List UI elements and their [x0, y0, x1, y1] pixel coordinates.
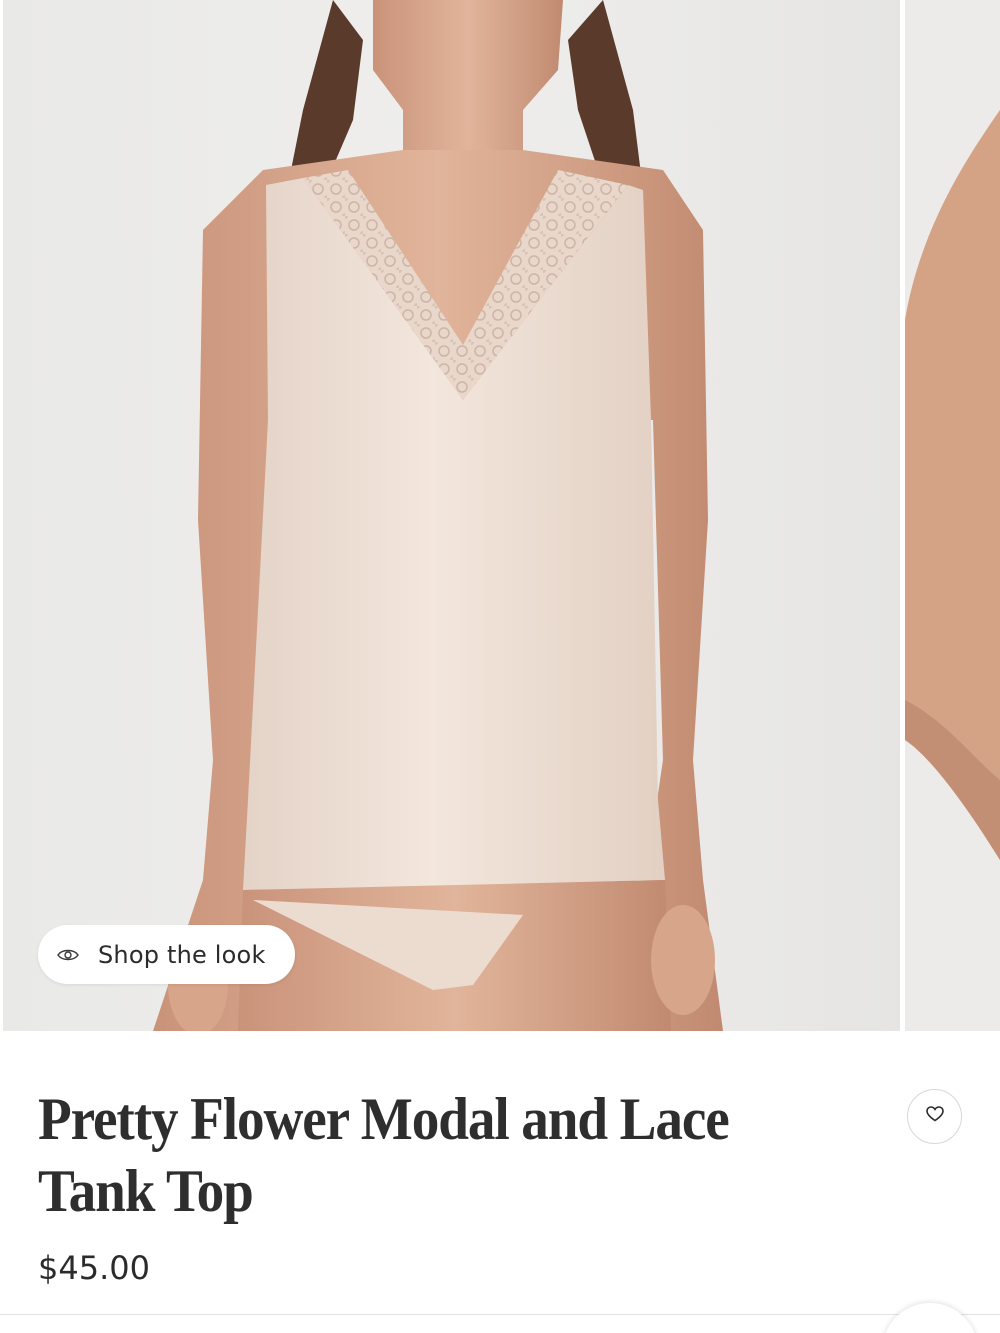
product-title: Pretty Flower Modal and Lace Tank Top: [38, 1086, 730, 1224]
product-photo: [3, 0, 900, 1031]
heart-icon: [925, 1106, 944, 1127]
product-image-next[interactable]: [905, 0, 1000, 1031]
eye-icon: [56, 943, 80, 967]
product-details: Pretty Flower Modal and Lace Tank Top $4…: [0, 1031, 1000, 1333]
wishlist-button[interactable]: [907, 1089, 962, 1144]
shop-the-look-button[interactable]: Shop the look: [38, 925, 295, 984]
next-product-photo: [905, 0, 1000, 1031]
floating-action-button[interactable]: [882, 1303, 978, 1333]
product-price: $45.00: [38, 1249, 150, 1287]
product-image-gallery[interactable]: Shop the look: [0, 0, 1000, 1031]
divider: [0, 1314, 1000, 1315]
product-image-main[interactable]: [3, 0, 900, 1031]
shop-the-look-label: Shop the look: [98, 940, 266, 969]
